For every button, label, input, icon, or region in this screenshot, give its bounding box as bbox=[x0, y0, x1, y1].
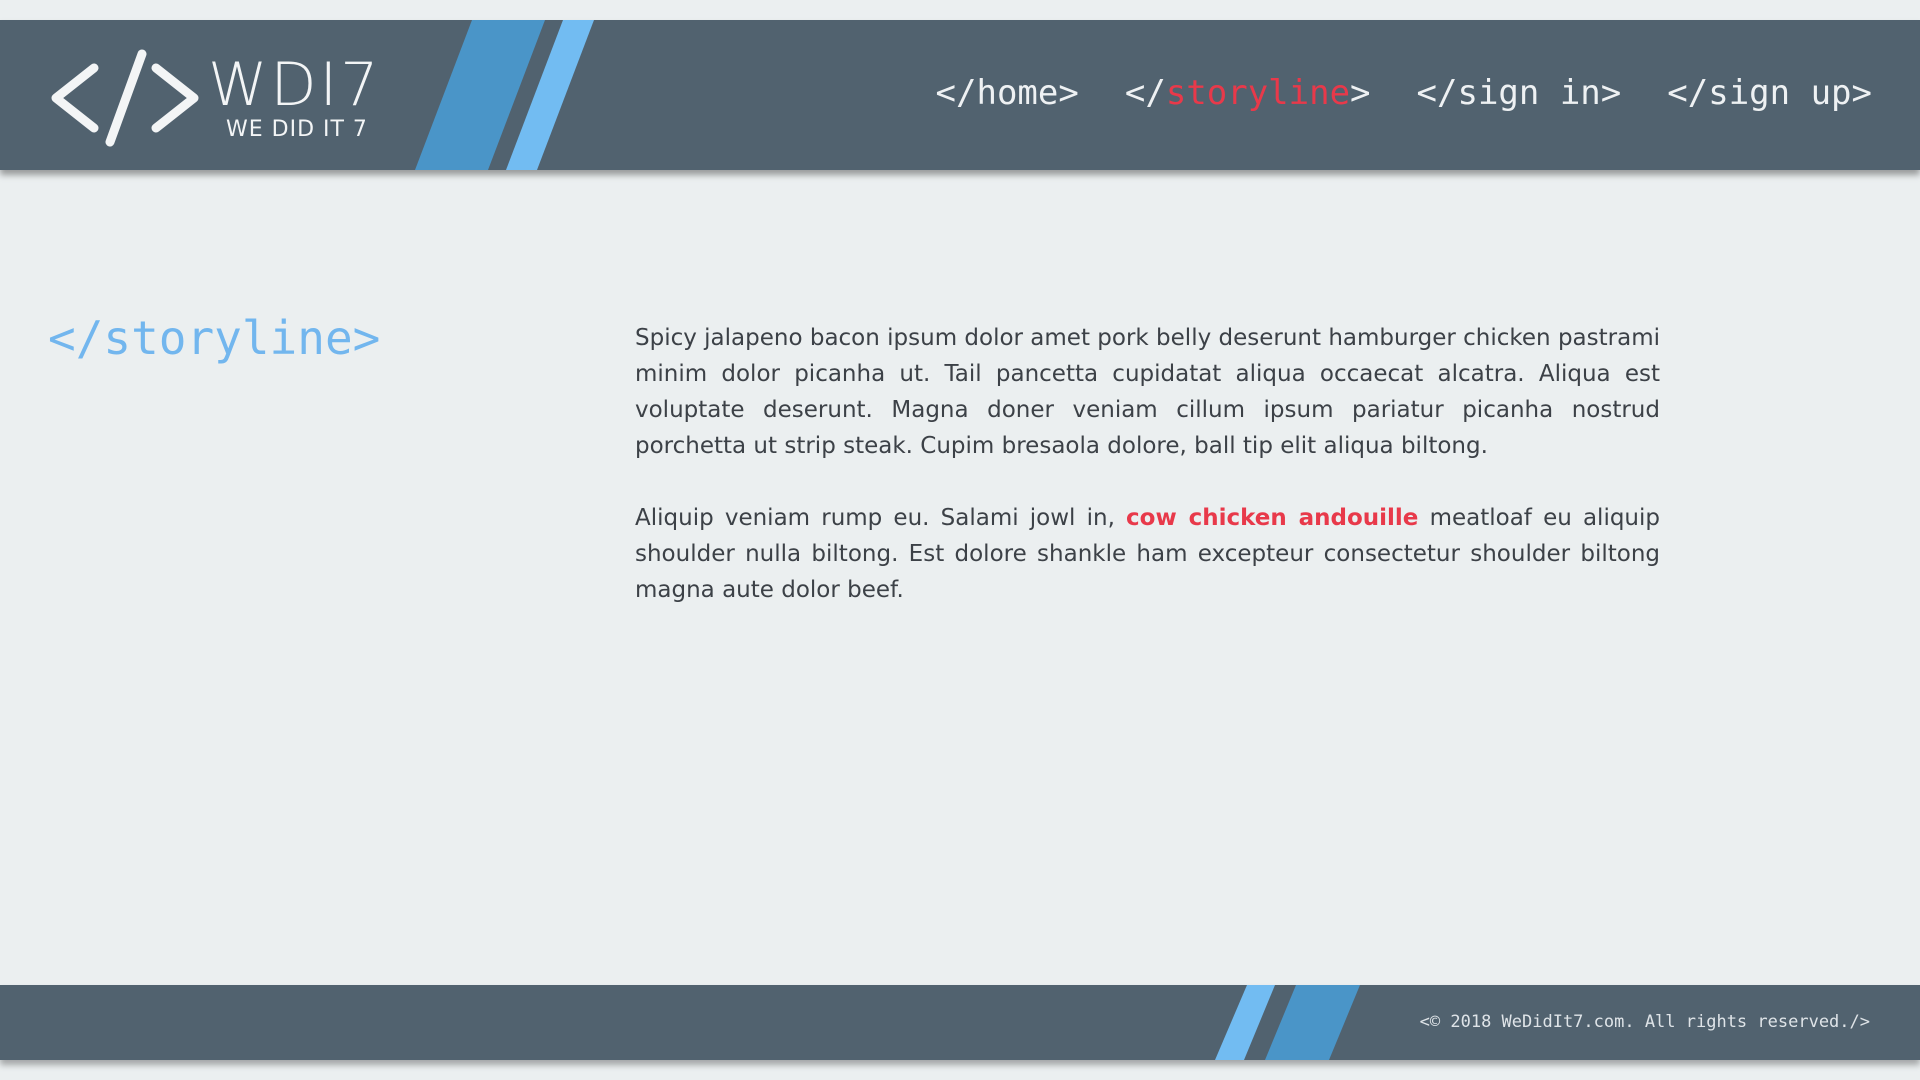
storyline-paragraph-1: Spicy jalapeno bacon ipsum dolor amet po… bbox=[635, 325, 1660, 459]
nav-home-label: home bbox=[976, 73, 1059, 113]
paragraph-2-highlight: cow chicken andouille bbox=[1126, 505, 1419, 531]
footer-decorative-stripes bbox=[1215, 985, 1360, 1060]
nav-sign-up-suffix: > bbox=[1851, 73, 1872, 113]
nav-storyline-prefix: </ bbox=[1124, 73, 1166, 113]
nav-home-suffix: > bbox=[1058, 73, 1079, 113]
nav-sign-up-label: sign up bbox=[1708, 73, 1852, 113]
storyline-content: Spicy jalapeno bacon ipsum dolor amet po… bbox=[635, 320, 1660, 644]
brand-name: WDI7 bbox=[208, 50, 382, 120]
nav-sign-in-prefix: </ bbox=[1416, 73, 1458, 113]
site-logo[interactable]: WDI7 WE DID IT 7 bbox=[50, 48, 430, 148]
nav-storyline-suffix: > bbox=[1350, 73, 1371, 113]
nav-sign-in-suffix: > bbox=[1600, 73, 1622, 113]
page: WDI7 WE DID IT 7 </home> </storyline> </… bbox=[0, 0, 1920, 1080]
brand-tagline: WE DID IT 7 bbox=[226, 117, 368, 142]
main-nav: </home> </storyline> </sign in> </sign u… bbox=[936, 68, 1872, 118]
nav-storyline[interactable]: </storyline> bbox=[1125, 68, 1371, 118]
nav-sign-in[interactable]: </sign in> bbox=[1417, 68, 1622, 118]
header-decorative-stripes bbox=[415, 20, 594, 170]
section-title: </storyline> bbox=[48, 311, 381, 365]
paragraph-2-text-start: Aliquip veniam rump eu. Salami jowl in, bbox=[635, 505, 1127, 531]
nav-home[interactable]: </home> bbox=[936, 68, 1079, 118]
storyline-paragraph-2: Aliquip veniam rump eu. Salami jowl in, … bbox=[635, 500, 1660, 608]
site-footer: <© 2018 WeDidIt7.com. All rights reserve… bbox=[0, 985, 1920, 1060]
nav-storyline-label: storyline bbox=[1165, 73, 1351, 113]
site-header: WDI7 WE DID IT 7 </home> </storyline> </… bbox=[0, 20, 1920, 170]
copyright-text: <© 2018 WeDidIt7.com. All rights reserve… bbox=[1419, 1012, 1870, 1032]
nav-sign-up-prefix: </ bbox=[1667, 73, 1709, 113]
nav-sign-in-label: sign in bbox=[1457, 73, 1601, 113]
nav-home-prefix: </ bbox=[935, 73, 977, 113]
code-brackets-icon bbox=[51, 49, 199, 147]
nav-sign-up[interactable]: </sign up> bbox=[1667, 68, 1872, 118]
